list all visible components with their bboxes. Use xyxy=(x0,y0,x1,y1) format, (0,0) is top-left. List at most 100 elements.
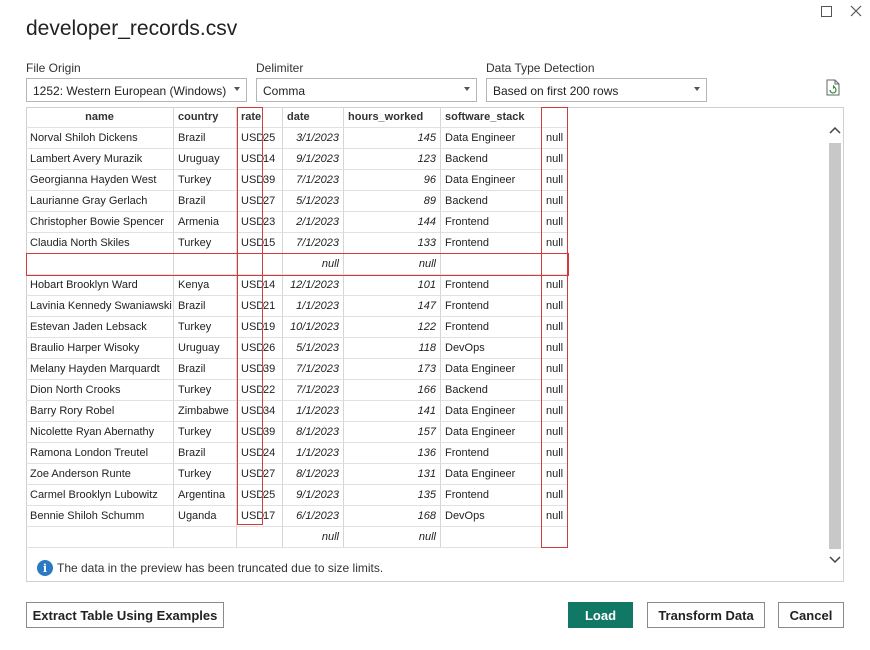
cancel-button[interactable]: Cancel xyxy=(778,602,844,628)
cell-date: 7/1/2023 xyxy=(283,359,344,380)
column-header-software-stack: software_stack xyxy=(441,107,542,128)
cell-country: Brazil xyxy=(174,128,237,149)
cell-date: 9/1/2023 xyxy=(283,485,344,506)
cell-name: Norval Shiloh Dickens xyxy=(26,128,174,149)
column-header-unnamed xyxy=(542,107,568,128)
cell-hours-worked: 123 xyxy=(344,149,441,170)
rate-value: 27 xyxy=(263,468,276,480)
cell-unnamed: null xyxy=(542,128,568,149)
cell-hours-worked: 122 xyxy=(344,317,441,338)
rate-value: 21 xyxy=(263,300,276,312)
delimiter-dropdown[interactable]: Comma xyxy=(256,78,477,102)
maximize-icon xyxy=(820,5,832,17)
cell-name: Carmel Brooklyn Lubowitz xyxy=(26,485,174,506)
refresh-preview-icon[interactable] xyxy=(826,79,840,96)
cell-unnamed: null xyxy=(542,464,568,485)
cell-country: Turkey xyxy=(174,233,237,254)
cell-country: Brazil xyxy=(174,359,237,380)
rate-value: 39 xyxy=(263,363,276,375)
cell-unnamed: null xyxy=(542,422,568,443)
chevron-down-icon xyxy=(234,87,240,91)
cell-country: Kenya xyxy=(174,275,237,296)
cell-date: 6/1/2023 xyxy=(283,506,344,527)
cell-rate: USD25 xyxy=(237,128,283,149)
cell-hours-worked: 157 xyxy=(344,422,441,443)
cell-date: 12/1/2023 xyxy=(283,275,344,296)
cell-software-stack: Frontend xyxy=(441,233,542,254)
scroll-up-button[interactable] xyxy=(826,122,843,138)
cell-hours-worked: 145 xyxy=(344,128,441,149)
chevron-up-icon xyxy=(828,126,841,134)
cell-unnamed: null xyxy=(542,275,568,296)
cell-unnamed: null xyxy=(542,506,568,527)
scroll-down-button[interactable] xyxy=(826,552,843,568)
cell-software-stack: Data Engineer xyxy=(441,401,542,422)
rate-currency: USD xyxy=(241,321,265,333)
rate-currency: USD xyxy=(241,237,265,249)
rate-currency: USD xyxy=(241,468,265,480)
detection-dropdown[interactable]: Based on first 200 rows xyxy=(486,78,707,102)
cell-country xyxy=(174,254,237,275)
rate-currency: USD xyxy=(241,195,265,207)
cell-date: 7/1/2023 xyxy=(283,380,344,401)
cell-country: Turkey xyxy=(174,170,237,191)
file-origin-dropdown[interactable]: 1252: Western European (Windows) xyxy=(26,78,247,102)
rate-currency: USD xyxy=(241,510,265,522)
cell-date: 8/1/2023 xyxy=(283,422,344,443)
cell-unnamed: null xyxy=(542,338,568,359)
cell-rate: USD24 xyxy=(237,443,283,464)
rate-value: 14 xyxy=(263,279,276,291)
delimiter-value: Comma xyxy=(263,84,306,98)
cell-unnamed xyxy=(542,527,568,548)
rate-value: 17 xyxy=(263,510,276,522)
rate-currency: USD xyxy=(241,447,265,459)
rate-currency: USD xyxy=(241,489,265,501)
cell-name: Estevan Jaden Lebsack xyxy=(26,317,174,338)
truncation-message: The data in the preview has been truncat… xyxy=(57,561,384,575)
column-header-date: date xyxy=(283,107,344,128)
cell-hours-worked: 136 xyxy=(344,443,441,464)
cell-name: Barry Rory Robel xyxy=(26,401,174,422)
rate-value: 19 xyxy=(263,321,276,333)
cell-country: Uruguay xyxy=(174,149,237,170)
cell-date: null xyxy=(283,527,344,548)
cell-date: 3/1/2023 xyxy=(283,128,344,149)
rate-currency: USD xyxy=(241,363,265,375)
cell-rate: USD14 xyxy=(237,275,283,296)
cell-rate: USD27 xyxy=(237,191,283,212)
vertical-scrollbar[interactable] xyxy=(826,118,843,576)
transform-data-button[interactable]: Transform Data xyxy=(647,602,765,628)
load-button[interactable]: Load xyxy=(568,602,633,628)
cell-software-stack: Frontend xyxy=(441,275,542,296)
cell-software-stack: Frontend xyxy=(441,317,542,338)
cell-unnamed: null xyxy=(542,233,568,254)
cell-software-stack: Backend xyxy=(441,380,542,401)
cell-software-stack: Data Engineer xyxy=(441,128,542,149)
cell-name xyxy=(26,254,174,275)
cell-rate: USD34 xyxy=(237,401,283,422)
cell-unnamed: null xyxy=(542,317,568,338)
cell-software-stack: Frontend xyxy=(441,296,542,317)
cell-rate: USD39 xyxy=(237,422,283,443)
extract-table-button[interactable]: Extract Table Using Examples xyxy=(26,602,224,628)
cell-rate: USD39 xyxy=(237,359,283,380)
cell-date: 7/1/2023 xyxy=(283,170,344,191)
detection-value: Based on first 200 rows xyxy=(493,84,619,98)
file-origin-value: 1252: Western European (Windows) xyxy=(33,84,227,98)
maximize-button[interactable] xyxy=(816,2,836,20)
cell-date: null xyxy=(283,254,344,275)
rate-value: 23 xyxy=(263,216,276,228)
rate-currency: USD xyxy=(241,174,265,186)
scrollbar-thumb[interactable] xyxy=(829,143,841,549)
rate-value: 14 xyxy=(263,153,276,165)
cell-hours-worked: null xyxy=(344,527,441,548)
chevron-down-icon xyxy=(828,556,841,564)
rate-currency: USD xyxy=(241,384,265,396)
close-button[interactable] xyxy=(846,2,866,20)
cell-name: Claudia North Skiles xyxy=(26,233,174,254)
cell-name: Hobart Brooklyn Ward xyxy=(26,275,174,296)
column-header-name: name xyxy=(26,107,174,128)
cell-software-stack: DevOps xyxy=(441,338,542,359)
cell-unnamed: null xyxy=(542,443,568,464)
cell-software-stack xyxy=(441,254,542,275)
